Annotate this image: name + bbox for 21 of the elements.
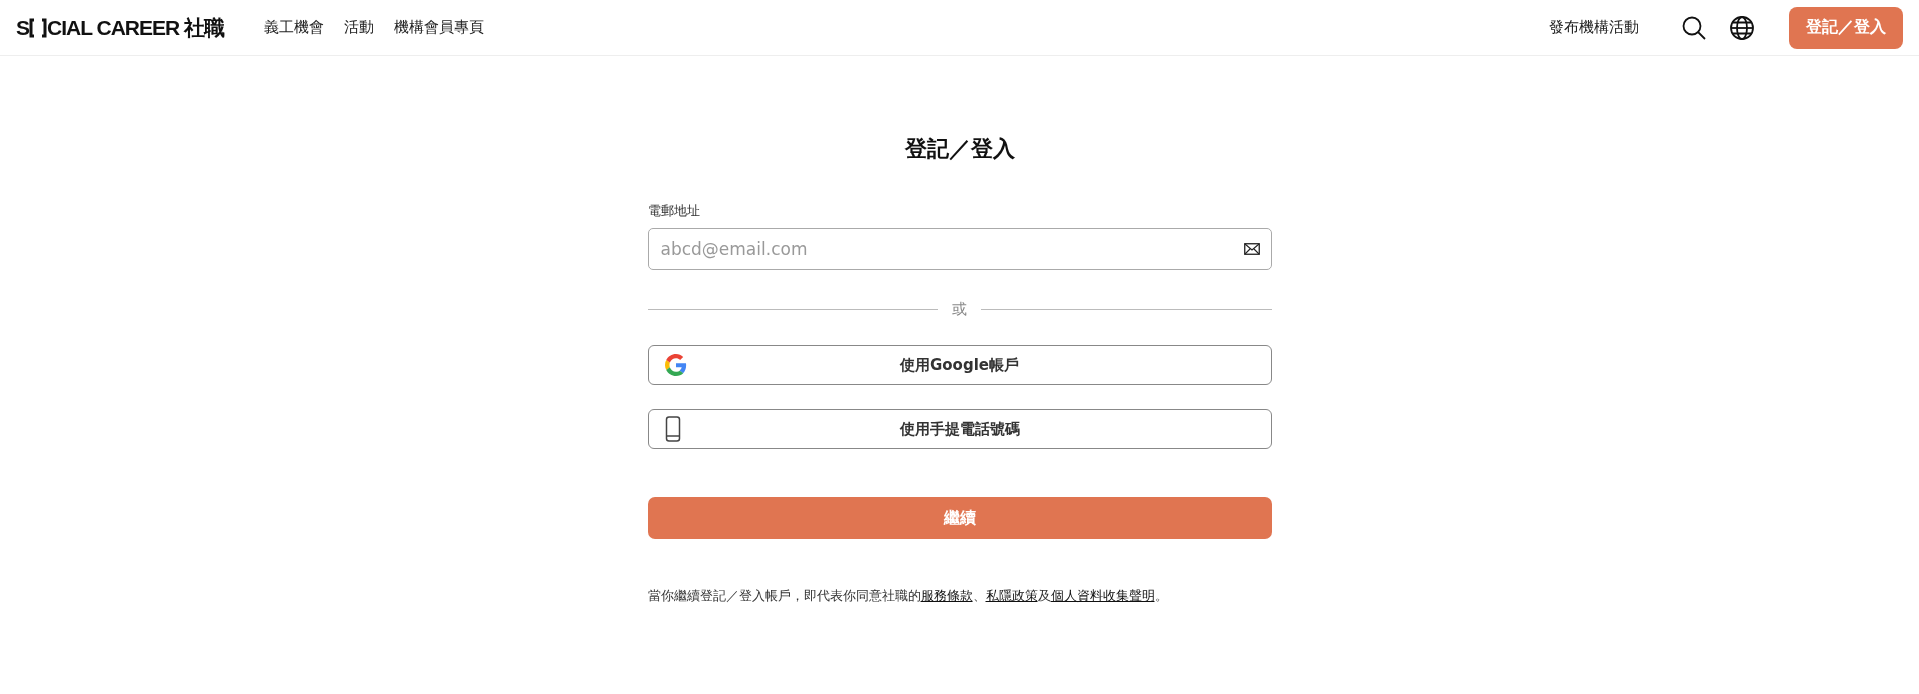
terms-link[interactable]: 服務條款 bbox=[920, 588, 973, 603]
page-title: 登記／登入 bbox=[903, 135, 1016, 163]
google-icon bbox=[664, 354, 687, 376]
logo[interactable]: S CIAL CAREER 社職 bbox=[16, 13, 224, 42]
globe-icon[interactable] bbox=[1729, 14, 1755, 41]
mail-icon bbox=[1243, 243, 1260, 255]
google-login-button[interactable]: 使用Google帳戶 bbox=[647, 345, 1272, 385]
nav-link[interactable]: 機構會員專頁 bbox=[394, 18, 484, 37]
terms-link[interactable]: 私隱政策 bbox=[985, 588, 1038, 603]
email-label: 電郵地址 bbox=[647, 202, 701, 220]
nav-link[interactable]: 義工機會 bbox=[264, 18, 324, 37]
phone-login-button[interactable]: 使用手提電話號碼 bbox=[647, 409, 1272, 449]
terms-text: 當你繼續登記／登入帳戶，即代表你同意社職的服務條款、私隱政策及個人資料收集聲明。 bbox=[647, 587, 1169, 605]
email-field[interactable]: abcd@email.com bbox=[647, 228, 1272, 270]
post-event-link[interactable]: 發布機構活動 bbox=[1549, 18, 1639, 37]
terms-link[interactable]: 個人資料收集聲明 bbox=[1050, 588, 1155, 603]
nav-link[interactable]: 活動 bbox=[344, 18, 374, 37]
search-icon[interactable] bbox=[1681, 14, 1707, 41]
phone-icon bbox=[664, 416, 681, 442]
or-divider-text: 或 bbox=[952, 300, 967, 319]
bracket-icon bbox=[29, 17, 47, 38]
